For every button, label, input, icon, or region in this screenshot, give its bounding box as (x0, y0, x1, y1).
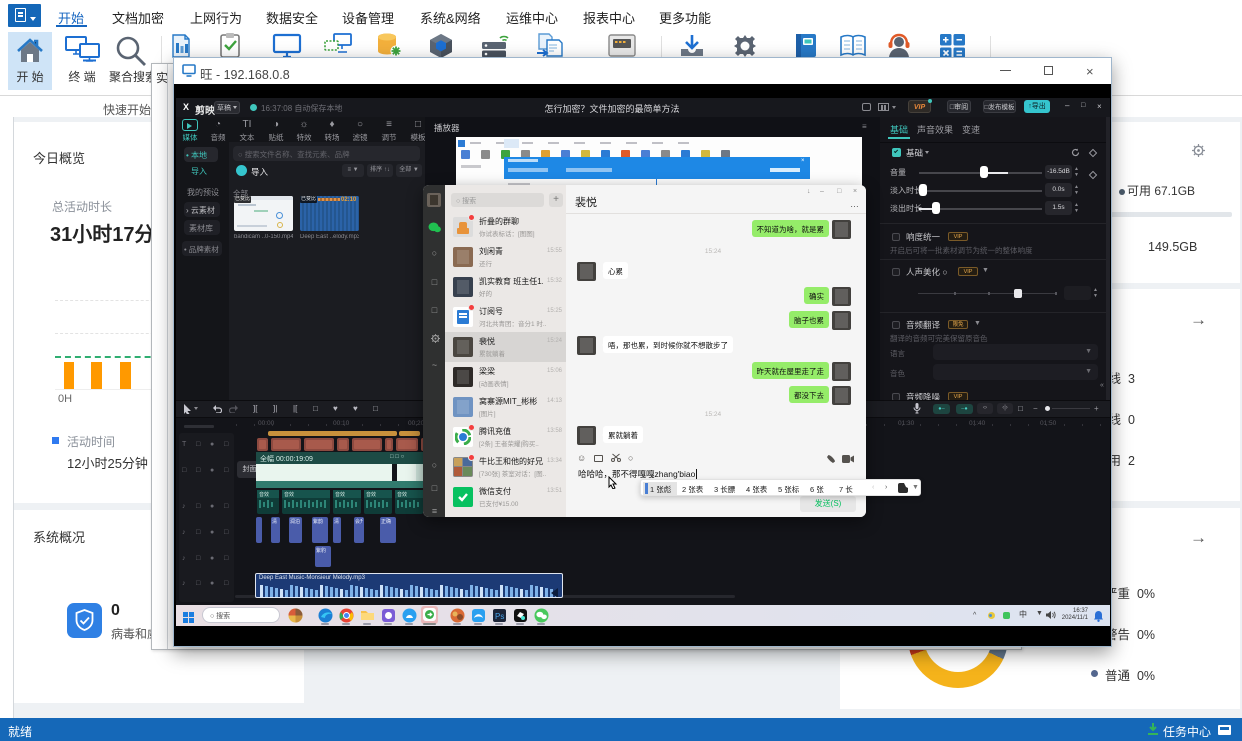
svg-text:Ps: Ps (495, 612, 504, 621)
